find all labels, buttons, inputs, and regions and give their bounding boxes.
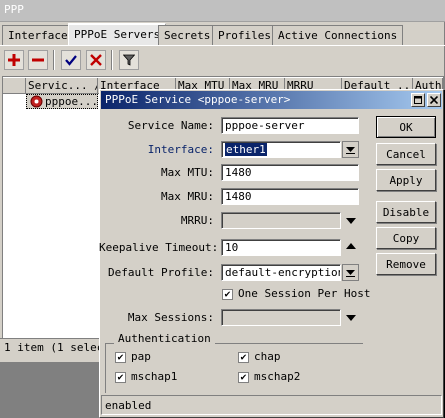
interface-select[interactable]: ether1: [221, 141, 341, 158]
pap-checkbox[interactable]: ✔: [115, 352, 126, 363]
ok-button[interactable]: OK: [376, 116, 436, 138]
remove-button[interactable]: [28, 50, 48, 70]
close-icon: [430, 96, 438, 104]
mrru-field[interactable]: [221, 212, 341, 229]
dialog-title: PPPoE Service <pppoe-server>: [101, 91, 442, 109]
chap-checkbox[interactable]: ✔: [238, 352, 249, 363]
restore-button[interactable]: [411, 93, 425, 107]
pap-label: pap: [131, 350, 151, 363]
checkmark-icon: ✔: [240, 351, 247, 363]
service-name-field[interactable]: pppoe-server: [221, 117, 359, 134]
toolbar-separator: [53, 50, 55, 70]
disable-button[interactable]: [86, 50, 106, 70]
chevron-down-icon: [346, 270, 355, 277]
filter-icon: [123, 54, 135, 66]
checkmark-icon: ✔: [117, 371, 124, 383]
toolbar-separator: [111, 50, 113, 70]
list-status: 1 item (1 selected): [0, 338, 99, 356]
keepalive-timeout-field[interactable]: 10: [221, 239, 341, 256]
triangle-down-icon: [346, 218, 356, 224]
keepalive-collapse-toggle[interactable]: [346, 243, 356, 249]
authentication-label: Authentication: [114, 332, 215, 345]
close-button[interactable]: [427, 93, 441, 107]
tab-interface[interactable]: Interface: [2, 25, 74, 45]
default-profile-label: Default Profile:: [108, 266, 214, 279]
one-session-label: One Session Per Host: [238, 287, 371, 300]
interface-dropdown-button[interactable]: [342, 141, 359, 158]
restore-icon: [414, 96, 422, 104]
max-sessions-label: Max Sessions:: [127, 311, 214, 324]
max-sessions-field[interactable]: [221, 309, 341, 326]
one-session-checkbox[interactable]: ✔: [222, 289, 233, 300]
service-name-label: Service Name:: [127, 119, 214, 132]
checkmark-icon: ✔: [240, 371, 247, 383]
ppp-window-title: PPP: [0, 0, 445, 22]
triangle-down-icon: [346, 315, 356, 321]
chevron-down-icon: [346, 147, 355, 154]
x-icon: [90, 54, 102, 66]
default-profile-dropdown-button[interactable]: [342, 264, 359, 281]
pppoe-server-icon: [30, 95, 43, 108]
triangle-up-icon: [346, 243, 356, 249]
checkmark-icon: ✔: [224, 288, 231, 300]
chap-label: chap: [254, 350, 281, 363]
tab-active-connections[interactable]: Active Connections: [272, 25, 404, 45]
mschap1-label: mschap1: [131, 370, 178, 383]
max-mru-field[interactable]: 1480: [221, 188, 359, 205]
interface-label: Interface:: [147, 143, 214, 156]
apply-button[interactable]: Apply: [376, 169, 436, 191]
default-profile-select[interactable]: default-encryption: [221, 264, 341, 281]
disable-service-button[interactable]: Disable: [376, 201, 436, 223]
dialog-status: enabled: [101, 395, 442, 415]
remove-service-button[interactable]: Remove: [376, 253, 436, 275]
plus-icon: [8, 54, 20, 66]
minus-icon: [32, 58, 44, 62]
max-mtu-field[interactable]: 1480: [221, 164, 359, 181]
max-sessions-expand-toggle[interactable]: [346, 315, 356, 321]
check-icon: [65, 55, 77, 66]
mrru-label: MRRU:: [180, 214, 214, 227]
column-header-flags[interactable]: [3, 78, 26, 94]
column-header-service[interactable]: Servic... /: [26, 78, 98, 94]
mrru-expand-toggle[interactable]: [346, 218, 356, 224]
filter-button[interactable]: [119, 50, 139, 70]
max-mtu-label: Max MTU:: [161, 166, 214, 179]
service-name-cell: pppoe...: [45, 95, 98, 108]
tab-secrets[interactable]: Secrets: [158, 25, 217, 45]
max-mru-label: Max MRU:: [161, 190, 214, 203]
checkmark-icon: ✔: [117, 351, 124, 363]
interface-value: ether1: [225, 143, 267, 156]
enable-button[interactable]: [61, 50, 81, 70]
keepalive-timeout-label: Keepalive Timeout:: [99, 241, 219, 254]
cancel-button[interactable]: Cancel: [376, 143, 436, 165]
mschap2-checkbox[interactable]: ✔: [238, 372, 249, 383]
tab-divider: [0, 45, 445, 46]
mschap1-checkbox[interactable]: ✔: [115, 372, 126, 383]
copy-button[interactable]: Copy: [376, 227, 436, 249]
tab-pppoe-servers[interactable]: PPPoE Servers: [68, 23, 167, 46]
mschap2-label: mschap2: [254, 370, 301, 383]
add-button[interactable]: [4, 50, 24, 70]
tab-profiles[interactable]: Profiles: [212, 25, 277, 45]
